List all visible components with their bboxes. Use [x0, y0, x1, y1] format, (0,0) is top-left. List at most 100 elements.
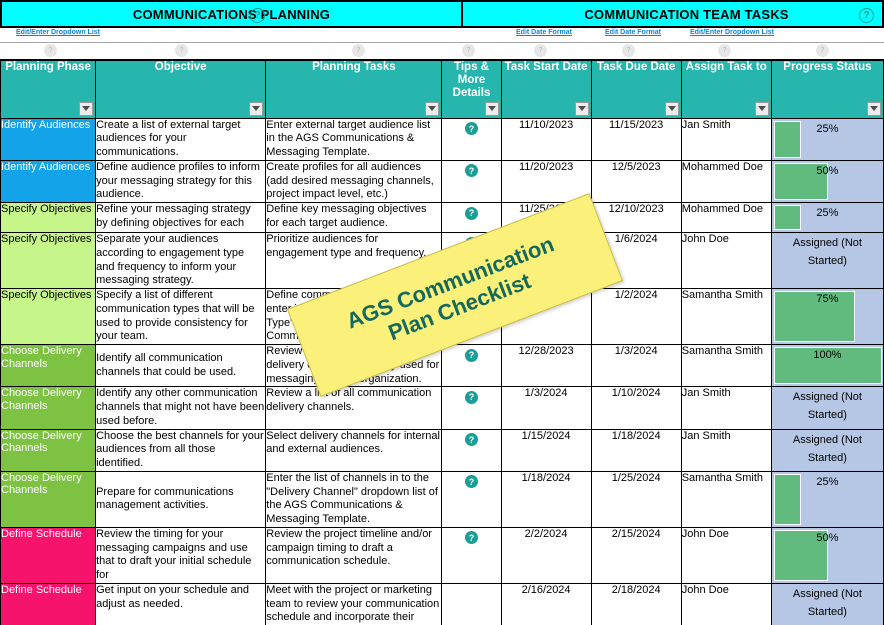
cell-planning-phase[interactable]: Identify Audiences: [0, 117, 97, 161]
table-row[interactable]: Identify Audiences Define audience profil…: [0, 159, 884, 204]
cell-planning-task[interactable]: Review the project timeline and/or campa…: [265, 526, 443, 584]
cell-task-due-date[interactable]: 1/10/2024: [590, 386, 682, 430]
cell-objective[interactable]: Identify all communication channels that…: [95, 343, 267, 388]
cell-task-due-date[interactable]: 1/3/2024: [590, 343, 682, 388]
cell-assign-task-to[interactable]: Jan Smith: [680, 386, 772, 430]
cell-planning-phase[interactable]: Identify Audiences: [0, 159, 97, 204]
table-row[interactable]: Define Schedule Review the timing for you…: [0, 526, 884, 584]
cell-planning-phase[interactable]: Choose Delivery Channels: [0, 386, 97, 430]
cell-planning-task[interactable]: Review a list of all communication deliv…: [265, 386, 443, 430]
help-icon-right[interactable]: ?: [859, 8, 874, 23]
filter-dropdown-icon[interactable]: [574, 101, 589, 116]
cell-planning-task[interactable]: Enter the list of channels in to the "De…: [265, 470, 443, 528]
tip-help-icon[interactable]: ?: [465, 164, 478, 178]
cell-tips-more-details[interactable]: ?: [441, 526, 502, 584]
cell-progress-status[interactable]: 50%: [770, 526, 884, 584]
cell-progress-status[interactable]: 75%: [770, 288, 884, 345]
edit-link-1[interactable]: Edit Date Format: [516, 29, 572, 36]
cell-assign-task-to[interactable]: Mohammed Doe: [680, 159, 772, 204]
cell-progress-status[interactable]: Assigned (Not Started): [770, 428, 884, 472]
cell-planning-phase[interactable]: Choose Delivery Channels: [0, 343, 97, 388]
cell-assign-task-to[interactable]: John Doe: [680, 582, 772, 625]
cell-assign-task-to[interactable]: Samantha Smith: [680, 470, 772, 528]
cell-progress-status[interactable]: 25%: [770, 202, 884, 233]
cell-planning-phase[interactable]: Define Schedule: [0, 582, 97, 625]
comment-marker-icon-6[interactable]: ?: [718, 44, 731, 57]
cell-tips-more-details[interactable]: ?: [441, 343, 502, 388]
cell-objective[interactable]: Prepare for communications management ac…: [95, 470, 267, 528]
cell-assign-task-to[interactable]: John Doe: [680, 526, 772, 584]
tip-help-icon[interactable]: ?: [465, 122, 478, 135]
comment-marker-icon-3[interactable]: ?: [462, 44, 475, 57]
tip-help-icon[interactable]: ?: [465, 206, 478, 220]
cell-task-due-date[interactable]: 1/25/2024: [590, 470, 682, 528]
cell-objective[interactable]: Separate your audiences according to eng…: [95, 232, 267, 289]
cell-progress-status[interactable]: Assigned (Not Started): [770, 582, 884, 625]
cell-task-start-date[interactable]: 11/10/2023: [500, 117, 592, 161]
cell-task-start-date[interactable]: 1/15/2024: [500, 428, 592, 472]
table-row[interactable]: Identify Audiences Create a list of exter…: [0, 117, 884, 161]
cell-objective[interactable]: Define audience profiles to inform your …: [95, 159, 267, 204]
table-row[interactable]: Choose Delivery Channels Choose the best …: [0, 428, 884, 472]
filter-dropdown-icon[interactable]: [867, 101, 881, 116]
cell-task-due-date[interactable]: 12/5/2023: [590, 159, 682, 204]
cell-tips-more-details[interactable]: ?: [441, 470, 502, 528]
filter-dropdown-icon[interactable]: [425, 101, 440, 116]
comment-marker-icon-0[interactable]: ?: [44, 44, 57, 57]
cell-planning-phase[interactable]: Specify Objectives: [0, 232, 97, 289]
cell-assign-task-to[interactable]: Samantha Smith: [680, 288, 772, 345]
cell-task-due-date[interactable]: 11/15/2023: [590, 117, 682, 161]
cell-tips-more-details[interactable]: ?: [441, 386, 502, 430]
cell-objective[interactable]: Create a list of external target audienc…: [95, 117, 267, 161]
cell-tips-more-details[interactable]: ?: [441, 202, 502, 233]
cell-assign-task-to[interactable]: John Doe: [680, 232, 772, 289]
cell-planning-task[interactable]: Enter external target audience list in t…: [265, 117, 443, 161]
cell-task-due-date[interactable]: 2/18/2024: [590, 582, 682, 625]
filter-dropdown-icon[interactable]: [79, 101, 94, 116]
comment-marker-icon-2[interactable]: ?: [352, 44, 365, 57]
cell-planning-phase[interactable]: Choose Delivery Channels: [0, 428, 97, 472]
tip-help-icon[interactable]: ?: [465, 348, 478, 362]
comment-marker-icon-7[interactable]: ?: [816, 44, 829, 57]
cell-progress-status[interactable]: Assigned (Not Started): [770, 232, 884, 289]
cell-planning-phase[interactable]: Specify Objectives: [0, 202, 97, 233]
cell-objective[interactable]: Review the timing for your messaging cam…: [95, 526, 267, 584]
tip-help-icon[interactable]: ?: [465, 531, 478, 545]
cell-planning-phase[interactable]: Choose Delivery Channels: [0, 470, 97, 528]
cell-task-due-date[interactable]: 1/18/2024: [590, 428, 682, 472]
cell-tips-more-details[interactable]: ?: [441, 117, 502, 161]
tip-help-icon[interactable]: ?: [465, 390, 478, 404]
cell-planning-task[interactable]: Select delivery channels for internal an…: [265, 428, 443, 472]
help-icon-left[interactable]: ?: [250, 8, 265, 23]
cell-objective[interactable]: Get input on your schedule and adjust as…: [95, 582, 267, 625]
table-row[interactable]: Choose Delivery Channels Identify any oth…: [0, 386, 884, 430]
comment-marker-icon-1[interactable]: ?: [175, 44, 188, 57]
table-row[interactable]: Specify Objectives Refine your messaging …: [0, 202, 884, 233]
cell-objective[interactable]: Refine your messaging strategy by defini…: [95, 202, 267, 233]
cell-assign-task-to[interactable]: Jan Smith: [680, 117, 772, 161]
table-row[interactable]: Choose Delivery Channels Identify all com…: [0, 343, 884, 388]
comment-marker-icon-4[interactable]: ?: [534, 44, 547, 57]
cell-objective[interactable]: Choose the best channels for your audien…: [95, 428, 267, 472]
cell-task-due-date[interactable]: 2/15/2024: [590, 526, 682, 584]
cell-task-start-date[interactable]: 1/18/2024: [500, 470, 592, 528]
cell-task-start-date[interactable]: 2/16/2024: [500, 582, 592, 625]
filter-dropdown-icon[interactable]: [484, 101, 499, 116]
cell-planning-task[interactable]: Define key messaging objectives for each…: [265, 202, 443, 233]
cell-progress-status[interactable]: 100%: [770, 343, 884, 388]
cell-progress-status[interactable]: 50%: [770, 159, 884, 204]
cell-progress-status[interactable]: 25%: [770, 117, 884, 161]
cell-tips-more-details[interactable]: ?: [441, 428, 502, 472]
cell-assign-task-to[interactable]: Mohammed Doe: [680, 202, 772, 233]
edit-link-3[interactable]: Edit/Enter Dropdown List: [690, 29, 774, 36]
cell-planning-phase[interactable]: Define Schedule: [0, 526, 97, 584]
table-row[interactable]: Choose Delivery Channels Prepare for comm…: [0, 470, 884, 528]
cell-progress-status[interactable]: 25%: [770, 470, 884, 528]
table-row[interactable]: Define Schedule Get input on your schedul…: [0, 582, 884, 625]
cell-planning-task[interactable]: Create profiles for all audiences (add d…: [265, 159, 443, 204]
cell-task-start-date[interactable]: 2/2/2024: [500, 526, 592, 584]
cell-task-due-date[interactable]: 12/10/2023: [590, 202, 682, 233]
cell-task-start-date[interactable]: 11/20/2023: [500, 159, 592, 204]
edit-link-0[interactable]: Edit/Enter Dropdown List: [16, 29, 100, 36]
tip-help-icon[interactable]: ?: [465, 433, 478, 446]
